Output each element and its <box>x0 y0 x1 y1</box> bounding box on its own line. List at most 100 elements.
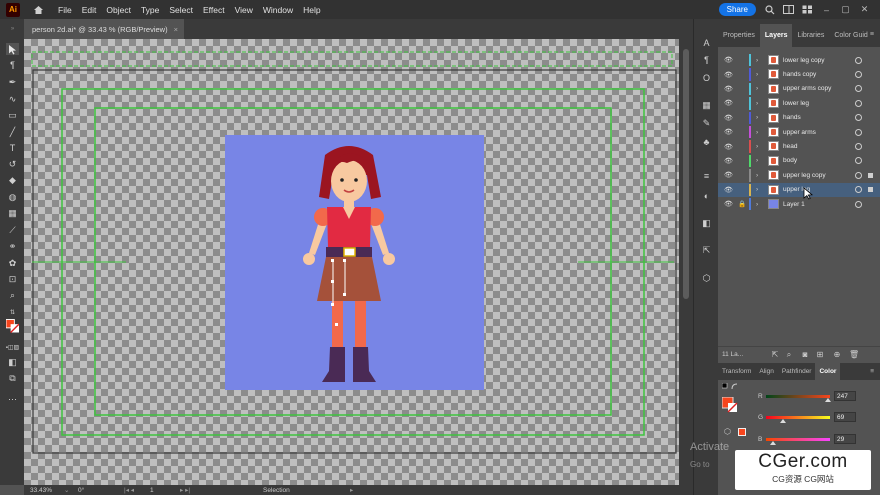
draw-mode-icon[interactable]: ◧ <box>6 356 19 368</box>
document-tab[interactable]: person 2d.ai* @ 33.43 % (RGB/Preview) × <box>24 19 184 39</box>
layer-name[interactable]: Layer 1 <box>783 201 805 208</box>
layer-row[interactable]: 👁 › body <box>718 154 880 168</box>
direct-selection-tool-icon[interactable]: ¶ <box>6 59 19 71</box>
color-panel-menu-icon[interactable]: ≡ <box>870 368 874 375</box>
tab-pathfinder[interactable]: Pathfinder <box>778 368 816 380</box>
vertical-scrollbar[interactable] <box>679 39 693 485</box>
eraser-tool-icon[interactable]: ◆ <box>6 174 19 186</box>
eyedropper-tool-icon[interactable]: ⟋ <box>6 224 19 236</box>
3d-panel-icon[interactable]: ⬡ <box>700 272 713 285</box>
layer-row[interactable]: 👁 › hands <box>718 111 880 125</box>
out-of-gamut-icon[interactable]: ⬡ <box>724 427 731 436</box>
workspace-icon[interactable] <box>783 5 794 15</box>
artboard-number[interactable]: 1 <box>150 487 154 494</box>
home-icon[interactable] <box>32 4 44 16</box>
paragraph-panel-icon[interactable]: ¶ <box>700 53 713 66</box>
expand-chevron-icon[interactable]: › <box>756 71 758 78</box>
visibility-eye-icon[interactable]: 👁 <box>724 99 733 107</box>
target-circle-icon[interactable] <box>855 56 862 64</box>
canvas[interactable] <box>24 39 679 485</box>
layer-row[interactable]: 👁 › hands copy <box>718 67 880 81</box>
expand-chevron-icon[interactable]: › <box>756 143 758 150</box>
color-default-icon[interactable] <box>721 382 740 393</box>
layer-row[interactable]: 👁 › lower leg <box>718 96 880 110</box>
visibility-eye-icon[interactable]: 👁 <box>724 171 733 179</box>
scrollbar-thumb[interactable] <box>683 49 689 299</box>
character-panel-icon[interactable]: A <box>700 36 713 49</box>
opentype-panel-icon[interactable]: O <box>700 71 713 84</box>
channel-value-input[interactable]: 247 <box>834 391 856 401</box>
target-circle-icon[interactable] <box>855 128 862 136</box>
export-panel-icon[interactable]: ⇱ <box>700 244 713 257</box>
tab-align[interactable]: Align <box>755 368 777 380</box>
pen-tool-icon[interactable]: ✒ <box>6 76 19 88</box>
tab-transform[interactable]: Transform <box>718 368 755 380</box>
layer-row[interactable]: 👁 › lower leg copy <box>718 53 880 67</box>
visibility-eye-icon[interactable]: 👁 <box>724 71 733 79</box>
gradient-tool-icon[interactable]: ▦ <box>6 207 19 219</box>
target-circle-icon[interactable] <box>855 157 862 165</box>
target-circle-icon[interactable] <box>855 143 862 151</box>
visibility-eye-icon[interactable]: 👁 <box>724 128 733 136</box>
visibility-eye-icon[interactable]: 👁 <box>724 157 733 165</box>
selection-tool-icon[interactable] <box>6 43 19 55</box>
gamut-swatch[interactable] <box>738 428 746 436</box>
menu-type[interactable]: Type <box>141 5 159 15</box>
search-icon[interactable] <box>764 4 775 15</box>
curvature-tool-icon[interactable]: ∿ <box>6 93 19 105</box>
tab-libraries[interactable]: Libraries <box>792 32 829 47</box>
artboard-tool-icon[interactable]: ⊡ <box>6 273 19 285</box>
arrange-documents-icon[interactable] <box>802 5 813 15</box>
new-layer-icon[interactable]: ⊕ <box>832 350 842 359</box>
expand-chevron-icon[interactable]: › <box>756 57 758 64</box>
menu-effect[interactable]: Effect <box>203 5 225 15</box>
channel-slider[interactable] <box>766 395 830 398</box>
share-button[interactable]: Share <box>718 3 756 16</box>
zoom-dropdown-icon[interactable]: ⌄ <box>64 486 69 494</box>
swap-fill-stroke-icon[interactable]: ⇅ <box>6 306 19 318</box>
layer-row[interactable]: 👁 › upper leg <box>718 182 880 197</box>
make-clipping-mask-icon[interactable]: ◙ <box>800 350 810 359</box>
expand-chevron-icon[interactable]: › <box>756 100 758 107</box>
layer-name[interactable]: hands <box>783 114 801 121</box>
zoom-level[interactable]: 33.43% <box>30 487 52 494</box>
appearance-panel-icon[interactable]: ◐ <box>700 189 713 202</box>
layer-name[interactable]: upper arms copy <box>783 85 831 92</box>
target-circle-icon[interactable] <box>855 200 862 208</box>
panel-menu-icon[interactable]: ≡ <box>870 31 874 38</box>
menu-select[interactable]: Select <box>169 5 193 15</box>
expand-chevron-icon[interactable]: › <box>756 172 758 179</box>
expand-chevron-icon[interactable]: › <box>756 157 758 164</box>
status-menu-icon[interactable]: ▸ <box>350 486 353 494</box>
locate-object-icon[interactable]: ⌕ <box>784 350 794 360</box>
expand-chevron-icon[interactable]: › <box>756 85 758 92</box>
target-circle-icon[interactable] <box>855 171 862 179</box>
new-sublayer-icon[interactable]: ⊞ <box>815 350 825 359</box>
lock-icon[interactable]: 🔒 <box>738 200 746 208</box>
layer-row[interactable]: 👁 🔒 › Layer 1 <box>718 197 880 211</box>
swatches-panel-icon[interactable]: ▦ <box>700 99 713 112</box>
artboard-nav-next-icon[interactable]: ▸ ▸| <box>180 486 190 494</box>
channel-value-input[interactable]: 29 <box>834 434 856 444</box>
type-tool-icon[interactable]: T <box>6 142 19 154</box>
layer-row[interactable]: 👁 › upper arms copy <box>718 82 880 96</box>
transparency-panel-icon[interactable]: ◧ <box>700 217 713 230</box>
layer-row[interactable]: 👁 › upper arms <box>718 125 880 139</box>
rotate-tool-icon[interactable]: ↺ <box>6 158 19 170</box>
color-mode-icon[interactable]: ▪◫▨ <box>6 341 19 353</box>
screen-mode-icon[interactable]: ⧉ <box>6 372 19 384</box>
maximize-icon[interactable]: ▢ <box>840 4 851 15</box>
expand-chevron-icon[interactable]: › <box>756 129 758 136</box>
shape-builder-tool-icon[interactable]: ◍ <box>6 191 19 203</box>
artboard-nav-icon[interactable]: |◂ ◂ <box>124 486 134 494</box>
visibility-eye-icon[interactable]: 👁 <box>724 143 733 151</box>
artboard[interactable] <box>225 135 484 390</box>
tab-properties[interactable]: Properties <box>718 32 760 47</box>
symbol-sprayer-tool-icon[interactable]: ✿ <box>6 257 19 269</box>
target-circle-icon[interactable] <box>855 99 862 107</box>
delete-layer-icon[interactable]: 🗑 <box>849 350 859 359</box>
layer-name[interactable]: hands copy <box>783 71 816 78</box>
target-circle-icon[interactable] <box>855 71 862 79</box>
layer-name[interactable]: head <box>783 143 797 150</box>
zoom-tool-icon[interactable]: ⌕ <box>6 289 19 301</box>
